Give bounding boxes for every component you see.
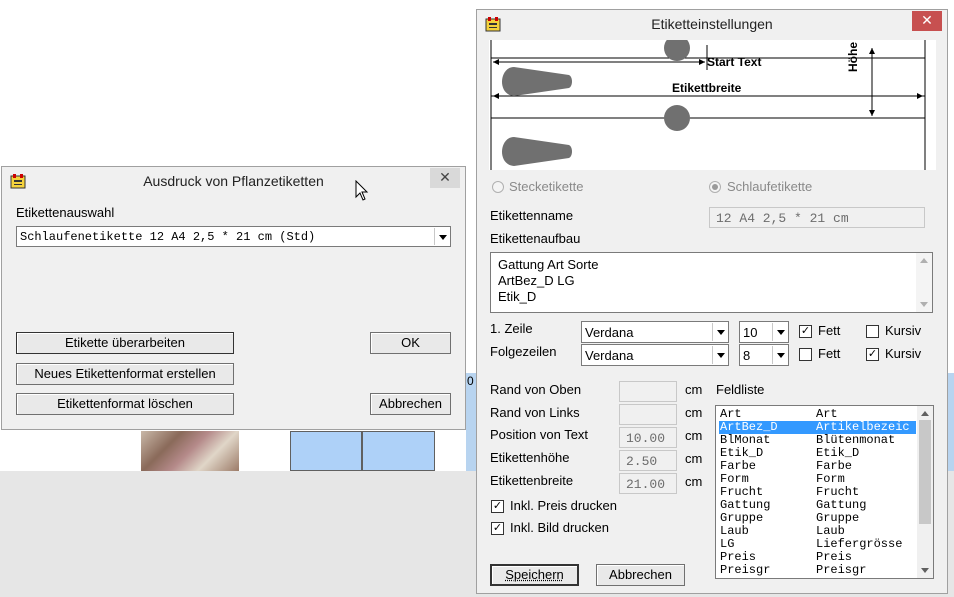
scroll-down-icon[interactable] [920,302,928,307]
etikettenbreite-label: Etikettenbreite [490,473,574,488]
etikettenname-field[interactable]: 12 A4 2,5 * 21 cm [709,207,925,228]
background-cell [290,431,362,471]
aufbau-line: Gattung Art Sorte [498,257,599,272]
stecketikette-label: Stecketikette [509,179,584,194]
feldliste-label: Feldliste [716,382,765,397]
background-cell [362,431,435,471]
title-bar: Etiketteinstellungen ✕ [477,10,947,38]
position-text-value: 10.00 [626,431,666,446]
zeile1-size-value: 10 [743,325,758,340]
dialog-ausdruck-pflanzetiketten: Ausdruck von Pflanzetiketten ✕ Etiketten… [1,166,466,430]
zeile1-kursiv-checkbox[interactable] [866,325,879,338]
position-text-field[interactable]: 10.00 [619,427,677,448]
folge-size-dropdown[interactable]: 8 [739,344,789,366]
schlaufetikette-radio[interactable] [709,181,721,193]
zeile1-label: 1. Zeile [490,321,533,336]
folge-kursiv-label: Kursiv [885,346,922,361]
unit-cm: cm [685,474,703,489]
etikettenaufbau-label: Etikettenaufbau [490,231,581,246]
neues-etikettenformat-button[interactable]: Neues Etikettenformat erstellen [16,363,234,385]
etikettenaufbau-textarea[interactable]: Gattung Art Sorte ArtBez_D LG Etik_D [490,252,933,313]
abbrechen-button[interactable]: Abbrechen [370,393,451,415]
folge-font-dropdown[interactable]: Verdana [581,344,729,366]
position-text-label: Position von Text [490,427,589,442]
background-thumbnail-image [141,431,239,471]
zeile1-fett-label: Fett [818,323,841,338]
scroll-down-icon[interactable] [921,568,929,573]
rand-oben-label: Rand von Oben [490,382,582,397]
zeile1-fett-checkbox[interactable]: ✓ [799,325,812,338]
close-button[interactable]: ✕ [430,168,460,188]
unit-cm: cm [685,405,703,420]
dropdown-arrow-icon[interactable] [712,323,727,341]
mouse-cursor-icon [355,180,369,201]
folge-size-value: 8 [743,348,751,363]
textarea-scrollbar[interactable] [916,253,932,312]
dialog-title: Etiketteinstellungen [651,16,773,32]
inkl-bild-label: Inkl. Bild drucken [510,520,609,535]
etikettenbreite-value: 21.00 [626,477,666,492]
feldliste-item[interactable]: Preisgr Preisgr [719,564,916,577]
etikettenformat-loeschen-button[interactable]: Etikettenformat löschen [16,393,234,415]
aufbau-line: ArtBez_D LG [498,273,575,288]
zeile1-size-dropdown[interactable]: 10 [739,321,789,343]
feldliste-listbox[interactable]: Art Art ArtBez_D Artikelbezeic BlMonat Blüten… [715,405,934,579]
etikettenname-value: 12 A4 2,5 * 21 cm [716,211,849,226]
unit-cm: cm [685,451,703,466]
abbrechen-button[interactable]: Abbrechen [596,564,685,586]
etikettenauswahl-label: Etikettenauswahl [16,205,115,220]
label-preview: Start Text Etikettbreite Höhe [489,40,936,170]
aufbau-line: Etik_D [498,289,537,304]
ok-button[interactable]: OK [370,332,451,354]
inkl-preis-checkbox[interactable]: ✓ [491,500,504,513]
etikettenauswahl-dropdown[interactable]: Schlaufenetikette 12 A4 2,5 * 21 cm (Std… [16,226,451,247]
dropdown-arrow-icon[interactable] [772,323,787,341]
close-button[interactable]: ✕ [912,11,942,31]
etikettenname-label: Etikettenname [490,208,574,223]
dropdown-arrow-icon[interactable] [772,346,787,364]
dialog-etiketteinstellungen: Etiketteinstellungen ✕ Start Text Etiket… [476,9,948,594]
background-partial-text: 0 [467,374,474,388]
zeile1-font-value: Verdana [585,325,634,340]
inkl-bild-checkbox[interactable]: ✓ [491,522,504,535]
etikettenhoehe-value: 2.50 [626,454,658,469]
folge-kursiv-checkbox[interactable]: ✓ [866,348,879,361]
schlaufetikette-label: Schlaufetikette [727,179,813,194]
unit-cm: cm [685,428,703,443]
folge-fett-label: Fett [818,346,841,361]
preview-hoehe: Höhe [846,42,860,72]
rand-links-label: Rand von Links [490,405,580,420]
feldliste-name: Preisgr [816,563,867,577]
inkl-preis-label: Inkl. Preis drucken [510,498,617,513]
scroll-up-icon[interactable] [920,258,928,263]
dialog-title: Ausdruck von Pflanzetiketten [143,173,324,189]
feldliste-scrollbar[interactable] [917,406,933,578]
etikettenbreite-field[interactable]: 21.00 [619,473,677,494]
scroll-thumb[interactable] [919,420,931,524]
zeile1-kursiv-label: Kursiv [885,323,922,338]
title-bar: Ausdruck von Pflanzetiketten ✕ [2,167,465,195]
etikette-ueberarbeiten-button[interactable]: Etikette überarbeiten [16,332,234,354]
preview-start-text: Start Text [707,55,762,69]
etikettenauswahl-value: Schlaufenetikette 12 A4 2,5 * 21 cm (Std… [20,230,316,244]
rand-links-field[interactable] [619,404,677,425]
preview-etikettbreite: Etikettbreite [672,81,742,95]
dropdown-arrow-icon[interactable] [712,346,727,364]
etikettenhoehe-label: Etikettenhöhe [490,450,570,465]
rand-oben-field[interactable] [619,381,677,402]
etikettenhoehe-field[interactable]: 2.50 [619,450,677,471]
stecketikette-radio[interactable] [492,181,504,193]
feldliste-code: Preisgr [720,563,771,577]
dropdown-arrow-icon[interactable] [434,228,449,245]
scroll-up-icon[interactable] [921,411,929,416]
folge-font-value: Verdana [585,348,634,363]
speichern-button[interactable]: Speichern [490,564,579,586]
unit-cm: cm [685,382,703,397]
folgezeilen-label: Folgezeilen [490,344,557,359]
folge-fett-checkbox[interactable] [799,348,812,361]
zeile1-font-dropdown[interactable]: Verdana [581,321,729,343]
